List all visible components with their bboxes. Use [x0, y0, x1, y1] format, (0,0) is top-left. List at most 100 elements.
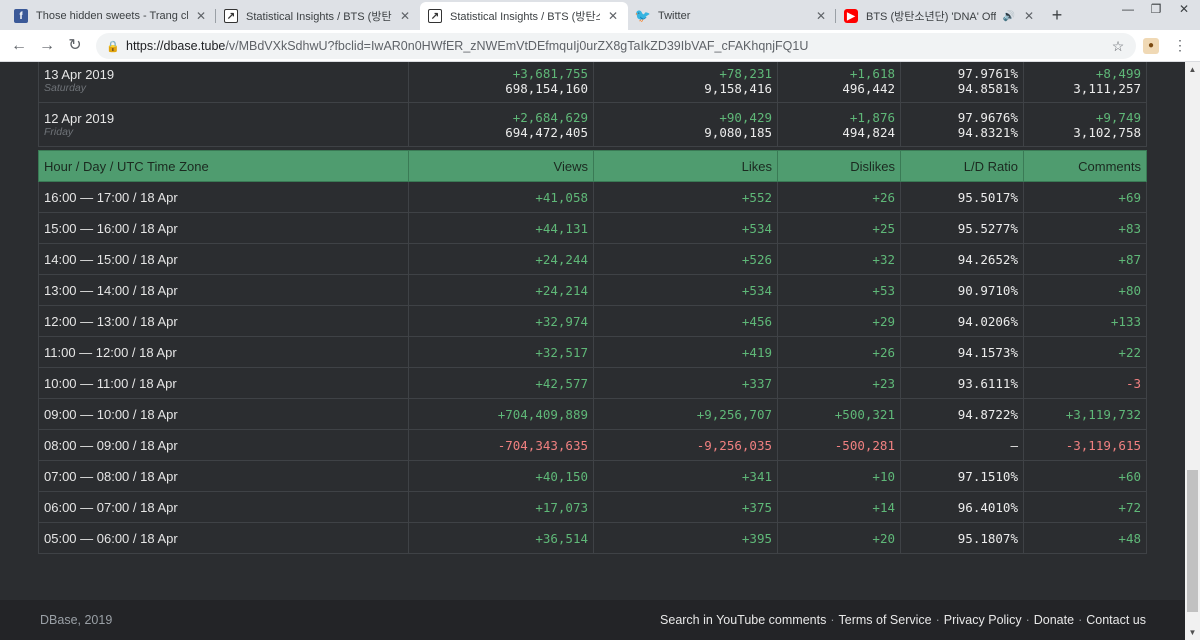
- hourly-row: 13:00 — 14:00 / 18 Apr +24,214 +534 +53 90.9…: [38, 274, 1147, 306]
- hourly-views-cell: +41,058: [408, 181, 594, 213]
- tab-title: Statistical Insights / BTS (방탄소년단) 'D: [450, 11, 600, 23]
- close-tab-icon[interactable]: ✕: [1022, 9, 1036, 23]
- daily-views-cell: +3,681,755 698,154,160: [408, 62, 594, 103]
- daily-comments-total: 3,111,257: [1073, 80, 1141, 96]
- minimize-icon[interactable]: —: [1114, 2, 1142, 16]
- hourly-row: 10:00 — 11:00 / 18 Apr +42,577 +337 +23 93.6…: [38, 367, 1147, 399]
- footer-link[interactable]: Contact us: [1086, 613, 1146, 627]
- footer-links: Search in YouTube comments · Terms of Serv…: [660, 613, 1146, 627]
- scrollbar-thumb[interactable]: [1187, 470, 1198, 612]
- new-tab-button[interactable]: +: [1046, 5, 1068, 27]
- chart-icon: ↗: [224, 9, 238, 23]
- col-header-comments: Comments: [1023, 150, 1147, 182]
- browser-tab-strip: f Those hidden sweets - Trang chủ ✕ ↗ St…: [0, 0, 1200, 30]
- daily-dislikes-total: 494,824: [842, 124, 895, 140]
- bookmark-star-icon[interactable]: ☆: [1110, 38, 1126, 55]
- hourly-likes-cell: +337: [593, 367, 778, 399]
- browser-menu-icon[interactable]: ⋮: [1170, 36, 1190, 54]
- extension-cookie-icon[interactable]: ●: [1143, 38, 1159, 54]
- hourly-ld-ratio-cell: 95.1807%: [900, 522, 1024, 554]
- address-bar[interactable]: 🔒 https://dbase.tube/v/MBdVXkSdhwU?fbcli…: [96, 33, 1136, 59]
- close-tab-icon[interactable]: ✕: [398, 9, 412, 23]
- hourly-views-cell: +704,409,889: [408, 398, 594, 430]
- daily-comments-cell: +9,749 3,102,758: [1023, 102, 1147, 147]
- close-tab-icon[interactable]: ✕: [194, 9, 208, 23]
- hourly-views-cell: +32,974: [408, 305, 594, 337]
- tab-twitter[interactable]: 🐦 Twitter ✕: [628, 2, 836, 30]
- page-content: 13 Apr 2019 Saturday +3,681,755 698,154,…: [0, 62, 1200, 640]
- hourly-dislikes-cell: +29: [777, 305, 901, 337]
- hourly-comments-cell: +69: [1023, 181, 1147, 213]
- close-window-icon[interactable]: ✕: [1170, 2, 1198, 16]
- hourly-comments-cell: +80: [1023, 274, 1147, 306]
- hourly-ld-ratio-cell: 96.4010%: [900, 491, 1024, 523]
- daily-dislikes-delta: +1,618: [849, 65, 895, 81]
- daily-comments-cell: +8,499 3,111,257: [1023, 62, 1147, 103]
- tab-facebook[interactable]: f Those hidden sweets - Trang chủ ✕: [6, 2, 216, 30]
- daily-dislikes-cell: +1,618 496,442: [777, 62, 901, 103]
- daily-ld-ratio-cell: 97.9761% 94.8581%: [900, 62, 1024, 103]
- daily-date: 13 Apr 2019: [44, 67, 115, 82]
- back-arrow-icon[interactable]: ←: [8, 35, 30, 57]
- scroll-down-arrow-icon[interactable]: ▼: [1185, 625, 1200, 640]
- hourly-likes-cell: +341: [593, 460, 778, 492]
- hourly-comments-cell: +3,119,732: [1023, 398, 1147, 430]
- footer-copyright: DBase, 2019: [40, 613, 113, 627]
- daily-ld-ratio-delta: 97.9761%: [957, 65, 1018, 81]
- close-tab-icon[interactable]: ✕: [606, 9, 620, 23]
- daily-likes-delta: +90,429: [719, 109, 772, 125]
- tab-statistical-insights-1[interactable]: ↗ Statistical Insights / BTS (방탄소년단) 'D …: [216, 2, 420, 30]
- reload-icon[interactable]: ↻: [64, 35, 86, 57]
- url-text[interactable]: https://dbase.tube/v/MBdVXkSdhwU?fbclid=…: [126, 39, 1110, 53]
- hourly-row: 07:00 — 08:00 / 18 Apr +40,150 +341 +10 97.1…: [38, 460, 1147, 492]
- hourly-comments-cell: +87: [1023, 243, 1147, 275]
- tab-title: BTS (방탄소년단) 'DNA' Official MV: [866, 11, 996, 23]
- daily-views-delta: +3,681,755: [512, 65, 588, 81]
- hourly-time-cell: 06:00 — 07:00 / 18 Apr: [38, 491, 409, 523]
- daily-likes-cell: +78,231 9,158,416: [593, 62, 778, 103]
- hourly-ld-ratio-cell: 97.1510%: [900, 460, 1024, 492]
- col-header-hour: Hour / Day / UTC Time Zone: [38, 150, 409, 182]
- daily-ld-ratio-cell: 97.9676% 94.8321%: [900, 102, 1024, 147]
- footer-link[interactable]: Search in YouTube comments: [660, 613, 826, 627]
- hourly-dislikes-cell: +10: [777, 460, 901, 492]
- hourly-row: 09:00 — 10:00 / 18 Apr +704,409,889 +9,256…: [38, 398, 1147, 430]
- close-tab-icon[interactable]: ✕: [814, 9, 828, 23]
- footer: DBase, 2019 Search in YouTube comments · T…: [0, 600, 1185, 640]
- hourly-dislikes-cell: +14: [777, 491, 901, 523]
- tab-statistical-insights-active[interactable]: ↗ Statistical Insights / BTS (방탄소년단) 'D …: [420, 2, 628, 30]
- hourly-likes-cell: +375: [593, 491, 778, 523]
- daily-comments-delta: +8,499: [1095, 65, 1141, 81]
- daily-row: 12 Apr 2019 Friday +2,684,629 694,472,40…: [38, 102, 1147, 147]
- daily-likes-total: 9,158,416: [704, 80, 772, 96]
- hourly-views-cell: +40,150: [408, 460, 594, 492]
- hourly-ld-ratio-cell: 94.0206%: [900, 305, 1024, 337]
- footer-link[interactable]: Terms of Service: [839, 613, 932, 627]
- hourly-ld-ratio-cell: –: [900, 429, 1024, 461]
- hourly-comments-cell: +133: [1023, 305, 1147, 337]
- tab-youtube[interactable]: ▶ BTS (방탄소년단) 'DNA' Official MV 🔊 ✕: [836, 2, 1044, 30]
- footer-link[interactable]: Privacy Policy: [944, 613, 1022, 627]
- footer-separator: ·: [1025, 613, 1030, 627]
- hourly-time-cell: 08:00 — 09:00 / 18 Apr: [38, 429, 409, 461]
- daily-date-cell: 12 Apr 2019 Friday: [38, 102, 409, 147]
- hourly-ld-ratio-cell: 94.8722%: [900, 398, 1024, 430]
- footer-separator: ·: [830, 613, 835, 627]
- hourly-likes-cell: -9,256,035: [593, 429, 778, 461]
- hourly-ld-ratio-cell: 94.1573%: [900, 336, 1024, 368]
- forward-arrow-icon[interactable]: →: [36, 35, 58, 57]
- page-scrollbar[interactable]: ▲ ▼: [1185, 62, 1200, 640]
- hourly-dislikes-cell: +20: [777, 522, 901, 554]
- daily-comments-total: 3,102,758: [1073, 124, 1141, 140]
- hourly-dislikes-cell: +25: [777, 212, 901, 244]
- hourly-views-cell: +44,131: [408, 212, 594, 244]
- lock-icon: 🔒: [106, 40, 120, 53]
- audio-playing-icon[interactable]: 🔊: [1002, 11, 1016, 22]
- daily-views-cell: +2,684,629 694,472,405: [408, 102, 594, 147]
- daily-likes-cell: +90,429 9,080,185: [593, 102, 778, 147]
- daily-date: 12 Apr 2019: [44, 111, 115, 126]
- hourly-comments-cell: +22: [1023, 336, 1147, 368]
- scroll-up-arrow-icon[interactable]: ▲: [1185, 62, 1200, 77]
- footer-link[interactable]: Donate: [1034, 613, 1074, 627]
- restore-icon[interactable]: ❐: [1142, 2, 1170, 16]
